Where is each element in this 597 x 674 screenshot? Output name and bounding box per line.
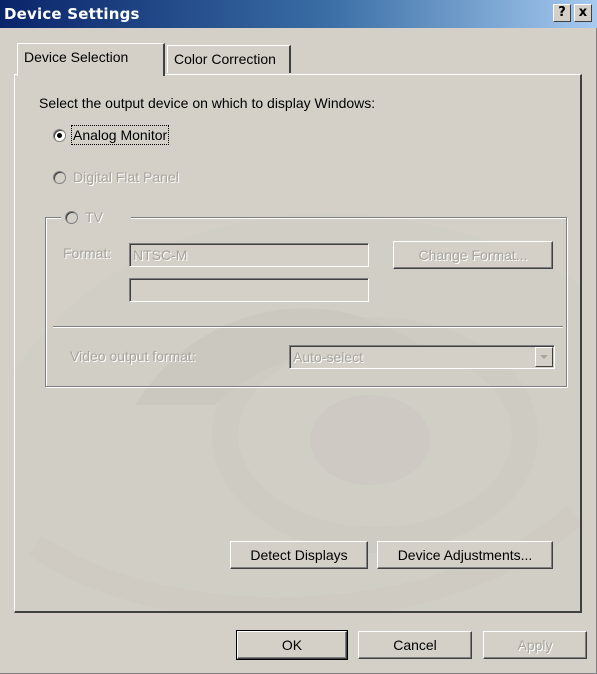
ok-button[interactable]: OK	[236, 630, 348, 660]
title-bar[interactable]: Device Settings ? x	[0, 0, 597, 28]
radio-selected-dot	[57, 133, 62, 138]
format-field[interactable]: NTSC-M	[129, 243, 369, 267]
tab-color-correction-label: Color Correction	[174, 51, 276, 67]
format-label: Format:	[63, 245, 112, 261]
apply-button[interactable]: Apply	[483, 631, 587, 659]
detect-displays-button[interactable]: Detect Displays	[230, 541, 368, 569]
tab-device-selection-label: Device Selection	[24, 49, 129, 65]
radio-analog-monitor[interactable]: Analog Monitor	[53, 125, 213, 147]
help-button[interactable]: ?	[553, 4, 571, 22]
radio-analog-indicator[interactable]	[53, 129, 66, 142]
change-format-button[interactable]: Change Format...	[393, 241, 553, 269]
radio-tv[interactable]: TV	[61, 207, 131, 229]
device-selection-panel: Select the output device on which to dis…	[14, 74, 582, 613]
cancel-button[interactable]: Cancel	[358, 631, 472, 659]
radio-digital-flat-panel[interactable]: Digital Flat Panel	[53, 167, 223, 189]
video-output-format-value: Auto-select	[293, 349, 364, 365]
video-output-format-dropdown[interactable]: Auto-select	[289, 345, 555, 369]
window-title: Device Settings	[4, 5, 140, 23]
radio-analog-label: Analog Monitor	[70, 125, 170, 145]
format-secondary-field[interactable]	[129, 278, 369, 302]
tv-group-separator	[53, 326, 563, 328]
radio-digital-indicator[interactable]	[53, 171, 66, 184]
device-settings-dialog: Device Settings ? x Device Selection Col…	[0, 0, 597, 674]
close-button[interactable]: x	[574, 4, 592, 22]
video-output-format-label: Video output format:	[70, 348, 196, 364]
tab-color-correction[interactable]: Color Correction	[167, 45, 291, 73]
radio-tv-label: TV	[85, 209, 103, 225]
radio-digital-label: Digital Flat Panel	[73, 169, 179, 185]
radio-tv-indicator[interactable]	[65, 211, 78, 224]
device-adjustments-button[interactable]: Device Adjustments...	[377, 541, 553, 569]
tab-device-selection[interactable]: Device Selection	[17, 43, 165, 76]
chevron-down-icon[interactable]	[535, 347, 553, 367]
prompt-label: Select the output device on which to dis…	[39, 95, 376, 111]
